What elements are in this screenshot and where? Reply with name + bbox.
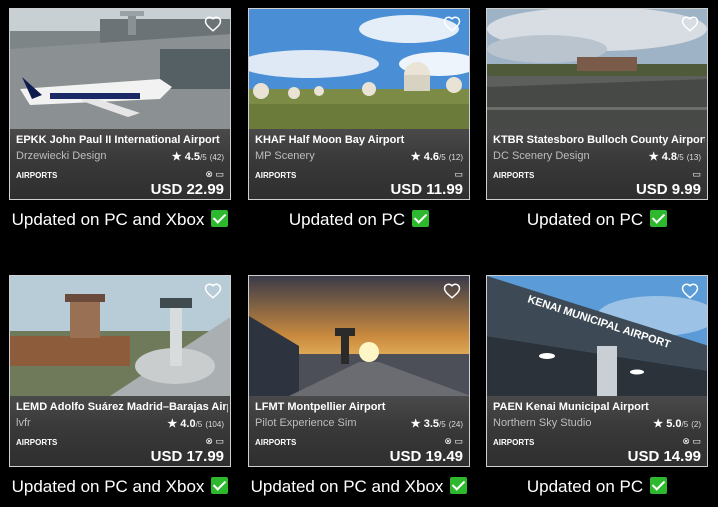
card-developer: DC Scenery Design bbox=[493, 150, 590, 162]
card-rating: ★ 4.6/5 (12) bbox=[410, 151, 463, 163]
card-rating: ★ 4.8/5 (13) bbox=[648, 151, 701, 163]
platform-icons: ⊗ ▭ bbox=[682, 436, 701, 447]
update-caption: Updated on PC bbox=[477, 210, 717, 230]
card-rating: ★ 4.0/5 (104) bbox=[167, 418, 224, 430]
card-developer: Pilot Experience Sim bbox=[255, 417, 357, 429]
thumbnail-image bbox=[487, 9, 707, 129]
update-caption: Updated on PC and Xbox bbox=[239, 477, 479, 497]
product-card[interactable]: LEMD Adolfo Suárez Madrid–Barajas Airpor… bbox=[9, 275, 231, 467]
thumbnail-image bbox=[249, 276, 469, 396]
star-icon: ★ bbox=[167, 418, 178, 430]
card-category: AIRPORTS bbox=[255, 438, 297, 447]
card-title[interactable]: KHAF Half Moon Bay Airport bbox=[255, 134, 467, 146]
platform-icons: ▭ bbox=[454, 169, 463, 180]
star-icon: ★ bbox=[410, 418, 421, 430]
card-info: LFMT Montpellier Airport Pilot Experienc… bbox=[249, 396, 469, 466]
favorite-heart-icon[interactable] bbox=[204, 282, 222, 300]
thumbnail-image bbox=[249, 9, 469, 129]
card-developer: MP Scenery bbox=[255, 150, 315, 162]
card-info: KHAF Half Moon Bay Airport MP Scenery ★ … bbox=[249, 129, 469, 199]
xbox-icon: ⊗ bbox=[205, 169, 213, 179]
product-card[interactable]: EPKK John Paul II International Airport … bbox=[9, 8, 231, 200]
thumbnail-image bbox=[10, 9, 230, 129]
favorite-heart-icon[interactable] bbox=[443, 282, 461, 300]
card-price: USD 22.99 bbox=[150, 181, 224, 198]
star-icon: ★ bbox=[653, 418, 664, 430]
star-icon: ★ bbox=[648, 151, 659, 163]
favorite-heart-icon[interactable] bbox=[681, 15, 699, 33]
card-rating: ★ 3.5/5 (24) bbox=[410, 418, 463, 430]
update-caption: Updated on PC and Xbox bbox=[0, 210, 240, 230]
thumbnail-image bbox=[10, 276, 230, 396]
card-title[interactable]: PAEN Kenai Municipal Airport bbox=[493, 401, 705, 413]
pc-icon: ▭ bbox=[692, 436, 701, 446]
star-icon: ★ bbox=[171, 151, 182, 163]
update-caption: Updated on PC bbox=[239, 210, 479, 230]
pc-icon: ▭ bbox=[454, 169, 463, 179]
card-title[interactable]: KTBR Statesboro Bulloch County Airport bbox=[493, 134, 705, 146]
platform-icons: ⊗ ▭ bbox=[205, 169, 224, 180]
card-category: AIRPORTS bbox=[16, 438, 58, 447]
checkmark-icon bbox=[650, 210, 668, 227]
favorite-heart-icon[interactable] bbox=[443, 15, 461, 33]
card-category: AIRPORTS bbox=[493, 171, 535, 180]
card-info: EPKK John Paul II International Airport … bbox=[10, 129, 230, 199]
favorite-heart-icon[interactable] bbox=[681, 282, 699, 300]
card-price: USD 11.99 bbox=[390, 181, 463, 198]
card-developer: lvfr bbox=[16, 417, 31, 429]
pc-icon: ▭ bbox=[692, 169, 701, 179]
card-info: LEMD Adolfo Suárez Madrid–Barajas Airpor… bbox=[10, 396, 230, 466]
pc-icon: ▭ bbox=[215, 169, 224, 179]
platform-icons: ⊗ ▭ bbox=[205, 436, 224, 447]
favorite-heart-icon[interactable] bbox=[204, 15, 222, 33]
checkmark-icon bbox=[650, 477, 668, 494]
thumbnail-image: KENAI MUNICIPAL AIRPORT bbox=[487, 276, 707, 396]
product-card[interactable]: LFMT Montpellier Airport Pilot Experienc… bbox=[248, 275, 470, 467]
product-card[interactable]: KHAF Half Moon Bay Airport MP Scenery ★ … bbox=[248, 8, 470, 200]
checkmark-icon bbox=[211, 477, 229, 494]
platform-icons: ▭ bbox=[692, 169, 701, 180]
card-rating: ★ 5.0/5 (2) bbox=[653, 418, 701, 430]
xbox-icon: ⊗ bbox=[682, 436, 690, 446]
pc-icon: ▭ bbox=[454, 436, 463, 446]
update-caption: Updated on PC bbox=[477, 477, 717, 497]
card-price: USD 9.99 bbox=[635, 181, 701, 198]
card-rating: ★ 4.5/5 (42) bbox=[171, 151, 224, 163]
card-developer: Northern Sky Studio bbox=[493, 417, 592, 429]
card-info: KTBR Statesboro Bulloch County Airport D… bbox=[487, 129, 707, 199]
product-card[interactable]: KTBR Statesboro Bulloch County Airport D… bbox=[486, 8, 708, 200]
card-category: AIRPORTS bbox=[493, 438, 535, 447]
card-info: PAEN Kenai Municipal Airport Northern Sk… bbox=[487, 396, 707, 466]
card-price: USD 19.49 bbox=[389, 448, 463, 465]
update-caption: Updated on PC and Xbox bbox=[0, 477, 240, 497]
card-title[interactable]: LFMT Montpellier Airport bbox=[255, 401, 467, 413]
star-icon: ★ bbox=[410, 151, 421, 163]
xbox-icon: ⊗ bbox=[444, 436, 452, 446]
card-price: USD 14.99 bbox=[627, 448, 701, 465]
xbox-icon: ⊗ bbox=[205, 436, 213, 446]
card-price: USD 17.99 bbox=[150, 448, 224, 465]
checkmark-icon bbox=[211, 210, 229, 227]
card-category: AIRPORTS bbox=[255, 171, 297, 180]
card-title[interactable]: LEMD Adolfo Suárez Madrid–Barajas Airpor… bbox=[16, 401, 228, 413]
platform-icons: ⊗ ▭ bbox=[444, 436, 463, 447]
checkmark-icon bbox=[450, 477, 468, 494]
pc-icon: ▭ bbox=[215, 436, 224, 446]
card-category: AIRPORTS bbox=[16, 171, 58, 180]
checkmark-icon bbox=[412, 210, 430, 227]
product-card[interactable]: KENAI MUNICIPAL AIRPORT PAEN Kenai Munic… bbox=[486, 275, 708, 467]
card-title[interactable]: EPKK John Paul II International Airport bbox=[16, 134, 228, 146]
card-developer: Drzewiecki Design bbox=[16, 150, 107, 162]
